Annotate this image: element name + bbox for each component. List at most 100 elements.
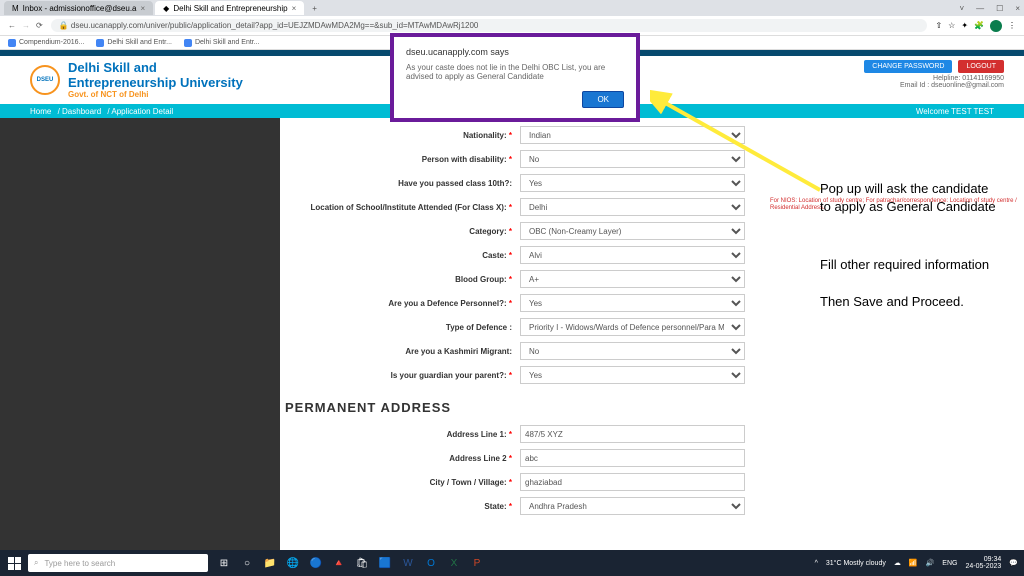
edge-icon[interactable]: 🌐 bbox=[283, 553, 303, 573]
close-icon[interactable]: × bbox=[140, 4, 145, 13]
nav-detail: Application Detail bbox=[111, 107, 173, 116]
cortana-icon[interactable]: ○ bbox=[237, 553, 257, 573]
mail-icon: M bbox=[12, 4, 19, 13]
address-heading: PERMANENT ADDRESS bbox=[285, 390, 1024, 425]
notifications-icon[interactable]: 💬 bbox=[1009, 559, 1018, 567]
defence-select[interactable]: Yes bbox=[520, 294, 745, 312]
logout-button[interactable]: LOGOUT bbox=[958, 60, 1004, 73]
back-icon[interactable]: ← bbox=[8, 21, 16, 30]
sidebar bbox=[0, 118, 280, 550]
addr1-label: Address Line 1: * bbox=[300, 430, 520, 439]
annotation-1: Pop up will ask the candidate to apply a… bbox=[820, 180, 1000, 216]
email-text: Email Id : dseuonline@gmail.com bbox=[864, 82, 1004, 89]
overflow-icon[interactable]: ^ bbox=[815, 560, 818, 567]
dseu-logo: DSEU bbox=[30, 65, 60, 95]
explorer-icon[interactable]: 📁 bbox=[260, 553, 280, 573]
bookmark-item[interactable]: Delhi Skill and Entr... bbox=[96, 39, 172, 47]
kashmiri-select[interactable]: No bbox=[520, 342, 745, 360]
share-icon[interactable]: ⇧ bbox=[935, 21, 942, 30]
search-icon: ⌕ bbox=[34, 558, 38, 568]
outlook-icon[interactable]: O bbox=[421, 553, 441, 573]
caste-label: Caste: * bbox=[300, 251, 520, 260]
bookmark-item[interactable]: Delhi Skill and Entr... bbox=[184, 39, 260, 47]
extension-icon[interactable]: ✦ bbox=[961, 21, 968, 30]
maximize-icon[interactable]: ☐ bbox=[996, 4, 1003, 13]
kashmiri-label: Are you a Kashmiri Migrant: bbox=[300, 347, 520, 356]
language-indicator[interactable]: ENG bbox=[942, 560, 957, 567]
category-select[interactable]: OBC (Non-Creamy Layer) bbox=[520, 222, 745, 240]
start-button[interactable] bbox=[6, 555, 22, 571]
addr2-input[interactable] bbox=[520, 449, 745, 467]
school-loc-label: Location of School/Institute Attended (F… bbox=[300, 203, 520, 212]
guardian-select[interactable]: Yes bbox=[520, 366, 745, 384]
school-loc-select[interactable]: Delhi bbox=[520, 198, 745, 216]
taskbar-search[interactable]: ⌕Type here to search bbox=[28, 554, 208, 572]
app-icon[interactable]: 🟦 bbox=[375, 553, 395, 573]
browser-tab-1[interactable]: M Inbox - admissionoffice@dseu.a × bbox=[4, 1, 153, 15]
weather-widget[interactable]: 31°C Mostly cloudy bbox=[826, 560, 886, 567]
annotation-3: Then Save and Proceed. bbox=[820, 293, 1000, 311]
state-select[interactable]: Andhra Pradesh bbox=[520, 497, 745, 515]
blood-label: Blood Group: * bbox=[300, 275, 520, 284]
clock[interactable]: 09:3424-05-2023 bbox=[965, 556, 1001, 570]
windows-taskbar: ⌕Type here to search ⊞ ○ 📁 🌐 🔵 🔺 🛍 🟦 W O… bbox=[0, 550, 1024, 576]
forward-icon[interactable]: → bbox=[22, 21, 30, 30]
change-password-button[interactable]: CHANGE PASSWORD bbox=[864, 60, 952, 73]
browser-tab-2[interactable]: ◆ Delhi Skill and Entrepreneurship × bbox=[155, 1, 304, 15]
bookmark-icon bbox=[96, 39, 104, 47]
menu-icon[interactable]: ⋮ bbox=[1008, 21, 1016, 30]
defence-label: Are you a Defence Personnel?: * bbox=[300, 299, 520, 308]
chevron-down-icon[interactable]: ˅ bbox=[959, 4, 964, 13]
annotation-2: Fill other required information bbox=[820, 256, 1000, 274]
modal-message: As your caste does not lie in the Delhi … bbox=[406, 63, 624, 81]
class10-label: Have you passed class 10th?: bbox=[300, 179, 520, 188]
bookmark-icon bbox=[184, 39, 192, 47]
browser-tabs-bar: M Inbox - admissionoffice@dseu.a × ◆ Del… bbox=[0, 0, 1024, 16]
vlc-icon[interactable]: 🔺 bbox=[329, 553, 349, 573]
puzzle-icon[interactable]: 🧩 bbox=[974, 21, 984, 30]
volume-icon[interactable]: 🔊 bbox=[926, 559, 935, 567]
alert-modal: dseu.ucanapply.com says As your caste do… bbox=[390, 33, 640, 122]
chrome-icon[interactable]: 🔵 bbox=[306, 553, 326, 573]
nationality-label: Nationality: * bbox=[300, 131, 520, 140]
word-icon[interactable]: W bbox=[398, 553, 418, 573]
onedrive-icon[interactable]: ☁ bbox=[894, 559, 901, 567]
lock-icon: 🔒 bbox=[59, 21, 69, 30]
powerpoint-icon[interactable]: P bbox=[467, 553, 487, 573]
guardian-label: Is your guardian your parent?: * bbox=[300, 371, 520, 380]
bookmark-icon bbox=[8, 39, 16, 47]
disability-label: Person with disability: * bbox=[300, 155, 520, 164]
close-icon[interactable]: × bbox=[292, 4, 297, 13]
addr1-input[interactable] bbox=[520, 425, 745, 443]
university-name: Delhi Skill andEntrepreneurship Universi… bbox=[68, 61, 243, 90]
profile-avatar[interactable] bbox=[990, 20, 1002, 32]
addr2-label: Address Line 2 * bbox=[300, 454, 520, 463]
reload-icon[interactable]: ⟳ bbox=[36, 21, 43, 30]
store-icon[interactable]: 🛍 bbox=[352, 553, 372, 573]
minimize-icon[interactable]: — bbox=[976, 4, 984, 13]
task-view-icon[interactable]: ⊞ bbox=[214, 553, 234, 573]
city-label: City / Town / Village: * bbox=[300, 478, 520, 487]
annotations: Pop up will ask the candidate to apply a… bbox=[820, 180, 1000, 311]
excel-icon[interactable]: X bbox=[444, 553, 464, 573]
caste-select[interactable]: Alvi bbox=[520, 246, 745, 264]
def-type-select[interactable]: Priority I - Widows/Wards of Defence per… bbox=[520, 318, 745, 336]
new-tab-button[interactable]: + bbox=[306, 4, 323, 13]
nav-dashboard[interactable]: Dashboard bbox=[62, 107, 101, 116]
blood-select[interactable]: A+ bbox=[520, 270, 745, 288]
category-label: Category: * bbox=[300, 227, 520, 236]
city-input[interactable] bbox=[520, 473, 745, 491]
welcome-text: Welcome TEST TEST bbox=[916, 107, 994, 116]
url-input[interactable]: 🔒 dseu.ucanapply.com/univer/public/appli… bbox=[51, 19, 928, 32]
def-type-label: Type of Defence : bbox=[300, 323, 520, 332]
bookmark-item[interactable]: Compendium-2016... bbox=[8, 39, 84, 47]
state-label: State: * bbox=[300, 502, 520, 511]
govt-text: Govt. of NCT of Delhi bbox=[68, 90, 243, 99]
close-window-icon[interactable]: × bbox=[1015, 4, 1020, 13]
star-icon[interactable]: ☆ bbox=[948, 21, 955, 30]
wifi-icon[interactable]: 📶 bbox=[909, 559, 918, 567]
nav-home[interactable]: Home bbox=[30, 107, 51, 116]
helpline-text: Helpline: 01141169950 bbox=[864, 75, 1004, 82]
ok-button[interactable]: OK bbox=[582, 91, 624, 108]
page-icon: ◆ bbox=[163, 4, 169, 13]
